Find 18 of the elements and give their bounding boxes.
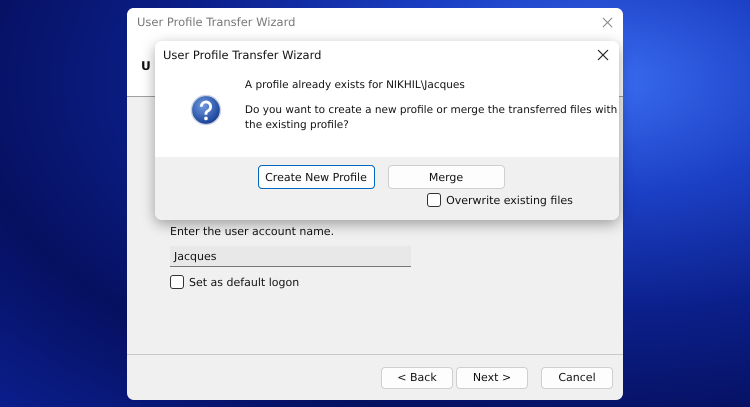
overwrite-checkbox[interactable] (427, 193, 442, 207)
question-text: Do you want to create a new profile or merge the transferred files with the existing profile? (244, 103, 618, 133)
message-text: A profile already exists for NIKHIL\Jacques (244, 79, 466, 91)
question-icon (190, 94, 222, 126)
wizard-button[interactable]: < Back (381, 366, 453, 388)
checkbox-label: Overwrite existing files (446, 194, 573, 206)
wizard-button[interactable]: Cancel (541, 366, 613, 388)
page-heading: U (141, 59, 151, 73)
window-title: User Profile Transfer Wizard (137, 15, 296, 29)
dialog-button[interactable]: Create New Profile (258, 165, 374, 189)
dialog-button[interactable]: Merge (388, 165, 504, 189)
field-label: Enter the user account name. (170, 225, 336, 238)
default-logon-checkbox[interactable] (170, 275, 184, 289)
account-name-field[interactable]: Jacques (170, 246, 411, 267)
close-icon[interactable] (597, 49, 609, 61)
dialog-title: User Profile Transfer Wizard (163, 48, 322, 62)
wizard-button[interactable]: Next > (456, 366, 528, 388)
checkbox-label: Set as default logon (189, 276, 300, 288)
